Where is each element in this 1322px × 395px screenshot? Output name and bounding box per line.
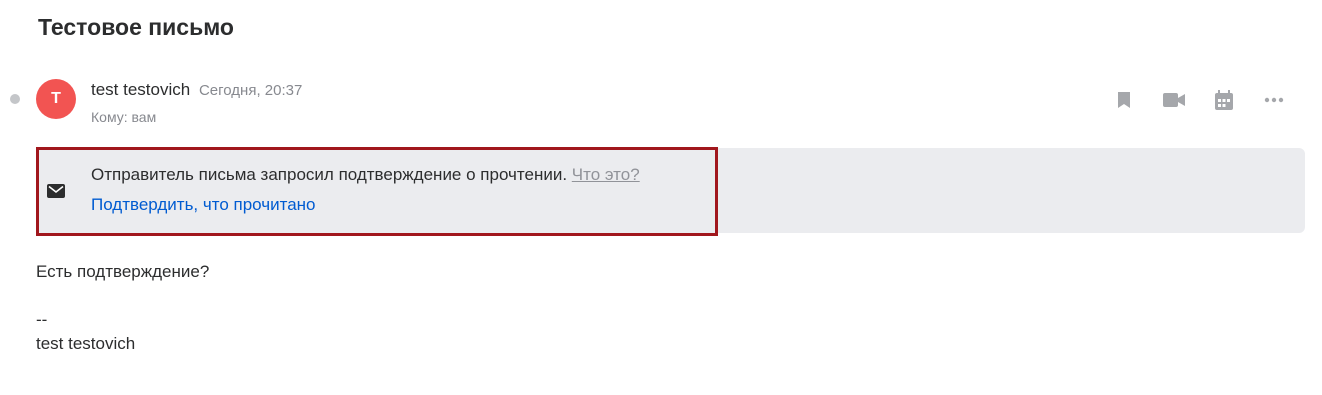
- envelope-icon: [47, 183, 65, 198]
- what-is-this-link[interactable]: Что это?: [572, 165, 640, 184]
- calendar-button[interactable]: [1212, 88, 1236, 112]
- sender-line: test testovich Сегодня, 20:37: [91, 80, 302, 100]
- sender-name[interactable]: test testovich: [91, 80, 190, 99]
- signature-name: test testovich: [36, 334, 136, 353]
- video-call-button[interactable]: [1162, 88, 1186, 112]
- read-receipt-text: Отправитель письма запросил подтверждени…: [91, 165, 568, 184]
- body-line: Есть подтверждение?: [36, 262, 210, 281]
- calendar-icon: [1215, 90, 1233, 110]
- message-toolbar: [1112, 88, 1286, 112]
- notice-icon-column: [36, 148, 76, 233]
- more-button[interactable]: [1262, 88, 1286, 112]
- signature-separator: --: [36, 310, 48, 329]
- read-receipt-message: Отправитель письма запросил подтверждени…: [91, 165, 640, 185]
- body-blank-line: [36, 284, 209, 308]
- read-receipt-banner: [36, 148, 1305, 233]
- avatar[interactable]: T: [36, 79, 76, 119]
- more-icon: [1264, 97, 1284, 103]
- video-icon: [1163, 93, 1185, 107]
- avatar-letter: T: [51, 90, 61, 107]
- notice-content-bg: [76, 148, 715, 233]
- confirm-read-link[interactable]: Подтвердить, что прочитано: [91, 195, 316, 215]
- bookmark-icon: [1118, 92, 1130, 108]
- email-body: Есть подтверждение? -- test testovich: [36, 260, 209, 356]
- bookmark-button[interactable]: [1112, 88, 1136, 112]
- email-subject: Тестовое письмо: [38, 14, 234, 40]
- sent-time: Сегодня, 20:37: [198, 82, 303, 99]
- recipient-line[interactable]: Кому: вам: [91, 109, 156, 125]
- read-status-dot[interactable]: [10, 94, 20, 104]
